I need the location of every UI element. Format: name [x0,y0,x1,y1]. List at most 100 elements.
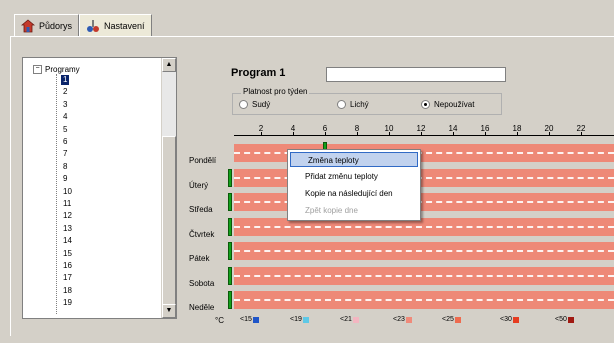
tree-root-label: Programy [45,65,80,74]
day-label: Pondělí [189,156,217,165]
radio-lichy[interactable]: Lichý [337,100,369,109]
tree-item-6[interactable]: 6 [63,137,67,147]
day-label: Čtvrtek [189,229,215,239]
hour-axis [234,135,614,136]
collapse-icon[interactable]: − [33,65,42,74]
legend-unit: °C [215,316,224,325]
tree-item-9[interactable]: 9 [63,174,67,184]
tree-item-1[interactable]: 1 [61,75,70,85]
program-tree[interactable]: − Programy 1 2 3 4 5 6 7 8 9 10 11 12 13 14 15 16 17 18 19… [22,57,177,319]
day-label: Sobota [189,278,215,288]
scrollbar-thumb[interactable] [162,136,176,306]
schedule-start-marker[interactable] [228,291,232,309]
tree-item-19[interactable]: 19 [63,298,72,308]
tab-strip: Půdorys Nastavení [14,14,152,36]
tab-nastaveni[interactable]: Nastavení [79,14,152,36]
tree-scrollbar[interactable]: ▲ ▼ [161,58,176,318]
legend-entry-label: <19 [290,316,302,323]
legend-entry-label: <30 [500,316,512,323]
radio-lichy-dot[interactable] [337,100,346,109]
scroll-down-arrow-icon[interactable]: ▼ [162,304,176,318]
hour-tick [517,132,518,136]
legend-color-swatch [567,316,574,323]
legend-entry-label: <23 [393,316,405,323]
program-title: Program 1 [231,67,286,79]
radio-nepouzivat-dot[interactable] [421,100,430,109]
radio-lichy-label: Lichý [350,100,369,109]
tree-item-7[interactable]: 7 [63,149,67,159]
radio-nepouzivat[interactable]: Nepoužívat [421,100,474,109]
menu-item-kopie-na-nasledujici-den[interactable]: Kopie na následující den [288,186,420,201]
scroll-up-arrow-icon[interactable]: ▲ [162,58,176,72]
tab-nastaveni-label: Nastavení [104,20,145,31]
legend-color-swatch [352,316,359,323]
legend-entry: <30 [500,316,519,323]
day-label: Středa [189,205,213,214]
program-name-input[interactable] [326,67,506,82]
tree-item-3[interactable]: 3 [63,100,67,110]
hour-tick [293,132,294,136]
tree-item-16[interactable]: 16 [63,261,72,271]
legend-entry-label: <25 [442,316,454,323]
legend-entry-label: <21 [340,316,352,323]
radio-sudy-dot[interactable] [239,100,248,109]
legend-color-swatch [405,316,412,323]
radio-sudy-label: Sudý [252,100,271,109]
legend-entry-label: <15 [240,316,252,323]
tree-root[interactable]: − Programy [33,65,80,74]
day-schedule-bar[interactable] [234,266,614,285]
context-menu: Změna teploty Přidat změnu teploty Kopie… [287,149,421,221]
day-label: Pátek [189,254,210,263]
schedule-start-marker[interactable] [228,266,232,285]
tab-pudorys-label: Půdorys [39,20,73,31]
hour-tick [549,132,550,136]
schedule-start-marker[interactable] [228,217,232,236]
tree-item-15[interactable]: 15 [63,249,72,259]
radio-sudy[interactable]: Sudý [239,100,270,109]
legend-entry: <23 [393,316,412,323]
tree-item-14[interactable]: 14 [63,236,72,246]
legend-entry: <21 [340,316,359,323]
hour-tick [581,132,582,136]
menu-item-pridat-zmenu-teploty[interactable]: Přidat změnu teploty [288,169,420,184]
tree-item-18[interactable]: 18 [63,286,72,296]
legend-entry: <15 [240,316,259,323]
tree-item-13[interactable]: 13 [63,224,72,234]
tree-item-10[interactable]: 10 [63,187,72,197]
window-top-strip [0,0,614,12]
schedule-start-marker[interactable] [228,193,232,211]
day-label: Úterý [189,180,209,190]
day-schedule-bar[interactable] [234,242,614,260]
hour-tick [389,132,390,136]
tree-item-2[interactable]: 2 [63,87,67,97]
hour-tick [485,132,486,136]
hour-tick [421,132,422,136]
hour-tick [357,132,358,136]
legend-entry: <19 [290,316,309,323]
schedule-start-marker[interactable] [228,168,232,187]
tree-item-17[interactable]: 17 [63,273,72,283]
week-validity-label: Platnost pro týden [241,87,310,96]
house-icon [20,18,36,33]
tree-item-11[interactable]: 11 [63,199,71,209]
tree-item-5[interactable]: 5 [63,125,67,135]
legend-entry: <50 [555,316,574,323]
legend-color-swatch [454,316,461,323]
radio-nepouzivat-label: Nepoužívat [434,100,475,109]
legend-color-swatch [252,316,259,323]
tree-item-4[interactable]: 4 [63,112,67,122]
legend-entry: <25 [442,316,461,323]
day-label: Neděle [189,303,215,312]
legend-color-swatch [512,316,519,323]
menu-item-zpet-kopie-dne: Zpět kopie dne [305,206,358,215]
menu-item-zmena-teploty[interactable]: Změna teploty [290,152,418,167]
day-schedule-bar[interactable] [234,291,614,309]
schedule-start-marker[interactable] [228,242,232,260]
tree-item-8[interactable]: 8 [63,162,67,172]
tree-item-12[interactable]: 12 [63,211,72,221]
hour-tick [325,132,326,136]
program-tree-list: − Programy 1 2 3 4 5 6 7 8 9 10 11 12 13 14 15 16 17 18 19 [23,58,162,318]
tab-pudorys[interactable]: Půdorys [14,14,80,36]
hour-tick [453,132,454,136]
legend-color-swatch [302,316,309,323]
